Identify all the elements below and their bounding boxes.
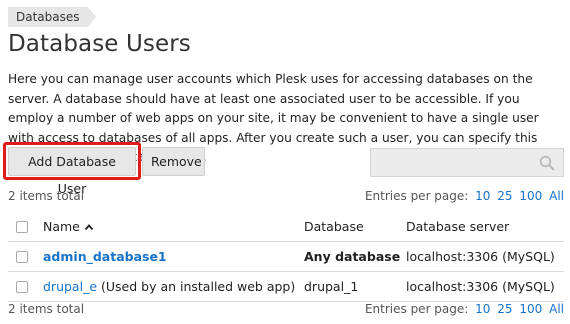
breadcrumb-databases-link[interactable]: Databases: [16, 7, 80, 27]
page-size-10[interactable]: 10: [475, 302, 490, 316]
entries-per-page-label: Entries per page:: [364, 302, 469, 316]
database-cell: Any database: [304, 249, 401, 264]
page-size-25[interactable]: 25: [497, 189, 512, 203]
breadcrumb[interactable]: Databases: [8, 7, 95, 27]
row-checkbox[interactable]: [16, 251, 28, 263]
page-title: Database Users: [8, 31, 191, 57]
page-size-100[interactable]: 100: [519, 302, 542, 316]
page-size-10[interactable]: 10: [475, 189, 490, 203]
entries-per-page: Entries per page: 10 25 100 All: [365, 302, 564, 316]
database-cell: drupal_1: [304, 279, 359, 294]
items-count: 2 items total: [8, 189, 85, 203]
page-size-all[interactable]: All: [549, 189, 564, 203]
column-header-name[interactable]: Name: [43, 212, 94, 242]
list-meta-top: 2 items total Entries per page: 10 25 10…: [8, 189, 564, 207]
entries-per-page-label: Entries per page:: [364, 189, 469, 203]
row-checkbox[interactable]: [16, 281, 28, 293]
page-size-all[interactable]: All: [549, 302, 564, 316]
user-name-note: (Used by an installed web app): [101, 279, 296, 294]
column-header-database: Database: [304, 219, 364, 234]
user-name-cell: admin_database1: [43, 242, 167, 272]
search-icon[interactable]: [539, 155, 555, 171]
search-input[interactable]: [371, 149, 531, 176]
column-header-name-label: Name: [43, 219, 80, 234]
table-row: drupal_e (Used by an installed web app) …: [8, 272, 564, 302]
remove-button[interactable]: Remove: [142, 147, 205, 176]
items-count: 2 items total: [8, 302, 85, 316]
user-name-link[interactable]: drupal_e: [43, 279, 97, 294]
server-cell: localhost:3306 (MySQL): [406, 249, 555, 264]
user-name-link[interactable]: admin_database1: [43, 249, 167, 264]
sort-ascending-icon: [84, 224, 94, 231]
page-size-25[interactable]: 25: [497, 302, 512, 316]
users-table: Name Database Database server admin_data…: [8, 212, 564, 302]
table-row: admin_database1 Any database localhost:3…: [8, 242, 564, 272]
toolbar: Add Database User Remove: [3, 142, 564, 196]
column-header-server: Database server: [406, 219, 510, 234]
entries-per-page: Entries per page: 10 25 100 All: [365, 189, 564, 203]
page-size-100[interactable]: 100: [519, 189, 542, 203]
select-all-checkbox[interactable]: [16, 221, 28, 233]
add-database-user-button[interactable]: Add Database User: [8, 147, 136, 196]
search-box: [370, 148, 564, 177]
list-meta-bottom: 2 items total Entries per page: 10 25 10…: [8, 302, 564, 320]
table-header: Name Database Database server: [8, 212, 564, 242]
user-name-cell: drupal_e (Used by an installed web app): [43, 272, 295, 302]
server-cell: localhost:3306 (MySQL): [406, 279, 555, 294]
